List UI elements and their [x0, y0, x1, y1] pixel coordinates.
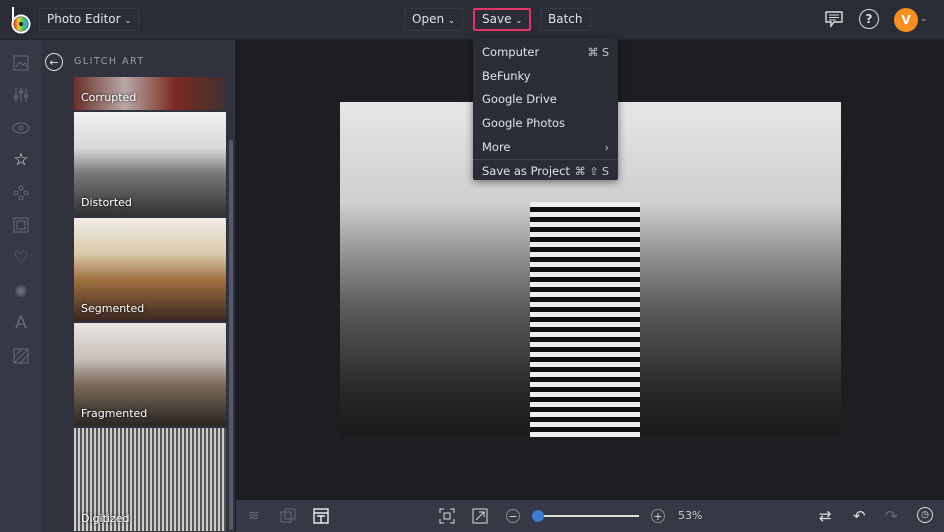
panel-title: GLITCH ART: [74, 56, 145, 67]
open-label: Open: [412, 12, 444, 26]
shortcut-label: ⌘ S: [588, 41, 609, 65]
redo-icon[interactable]: ↷: [885, 507, 898, 525]
tool-rail: ☆ ♡ ✺ A: [0, 40, 42, 532]
menu-item-label: More: [482, 140, 511, 154]
effect-label: Fragmented: [81, 407, 147, 420]
batch-label: Batch: [548, 12, 583, 26]
avatar[interactable]: V: [894, 8, 918, 32]
batch-button[interactable]: Batch: [540, 8, 591, 31]
zoom-out-button[interactable]: −: [506, 509, 520, 523]
zoom-slider[interactable]: [532, 515, 639, 517]
zoom-in-button[interactable]: +: [651, 509, 665, 523]
open-button[interactable]: Open ⌄: [404, 8, 463, 31]
save-computer-item[interactable]: Computer ⌘ S: [473, 41, 618, 65]
history-icon[interactable]: ◷: [917, 507, 933, 523]
effects-panel: ← GLITCH ART Corrupted Distorted Segment…: [42, 40, 235, 532]
effect-segmented[interactable]: Segmented: [74, 218, 226, 321]
effect-corrupted[interactable]: Corrupted: [74, 77, 226, 110]
chevron-down-icon[interactable]: ⌄: [920, 14, 928, 24]
effect-fragmented[interactable]: Fragmented: [74, 323, 226, 426]
image-icon[interactable]: [10, 52, 32, 74]
layout-icon[interactable]: [313, 508, 329, 524]
shortcut-label: ⌘ ⇧ S: [575, 160, 609, 184]
save-as-project-item[interactable]: Save as Project ⌘ ⇧ S: [473, 159, 618, 183]
heart-icon[interactable]: ♡: [10, 247, 32, 269]
panel-scrollbar[interactable]: [229, 140, 233, 530]
eye-icon[interactable]: [10, 117, 32, 139]
save-google-drive-item[interactable]: Google Drive: [473, 88, 618, 112]
chevron-down-icon: ⌄: [125, 16, 132, 25]
fit-screen-icon[interactable]: [439, 508, 455, 524]
save-label: Save: [482, 12, 511, 26]
star-icon[interactable]: ☆: [10, 149, 32, 171]
app-menu-label: Photo Editor: [47, 12, 121, 26]
back-arrow-icon[interactable]: ←: [45, 53, 63, 71]
effect-distorted[interactable]: Distorted: [74, 112, 226, 215]
chevron-down-icon: ⌄: [448, 16, 455, 25]
actual-size-icon[interactable]: [472, 508, 488, 524]
effect-label: Corrupted: [81, 91, 136, 104]
graphics-icon[interactable]: [10, 182, 32, 204]
texture-icon[interactable]: [10, 345, 32, 367]
menu-item-label: BeFunky: [482, 69, 531, 83]
save-befunky-item[interactable]: BeFunky: [473, 65, 618, 89]
effect-label: Digitized: [81, 512, 129, 525]
befunky-logo[interactable]: [10, 6, 32, 34]
chevron-down-icon: ⌄: [515, 16, 522, 25]
frame-icon[interactable]: [10, 214, 32, 236]
save-more-item[interactable]: More ›: [473, 136, 618, 160]
top-bar: Photo Editor ⌄ Open ⌄ Save ⌄ Batch ? V ⌄: [0, 0, 944, 40]
layers-icon[interactable]: ≋: [248, 508, 260, 524]
effect-digitized[interactable]: Digitized: [74, 428, 226, 531]
text-icon[interactable]: A: [10, 312, 32, 334]
zoom-slider-handle[interactable]: [532, 510, 544, 522]
save-button[interactable]: Save ⌄: [473, 8, 531, 31]
adjust-sliders-icon[interactable]: [10, 84, 32, 106]
help-icon[interactable]: ?: [859, 9, 879, 29]
save-dropdown-menu: Computer ⌘ S BeFunky Google Drive Google …: [473, 38, 618, 180]
effect-label: Segmented: [81, 302, 144, 315]
menu-item-label: Computer: [482, 45, 539, 59]
zoom-level: 53%: [678, 509, 702, 522]
menu-item-label: Google Drive: [482, 92, 557, 106]
badge-icon[interactable]: ✺: [10, 280, 32, 302]
photo-subject: [530, 202, 640, 437]
comment-icon[interactable]: [823, 9, 845, 29]
bottom-toolbar: ≋ − + 53% ⇄ ↶ ↷ ◷: [236, 500, 944, 532]
swap-icon[interactable]: ⇄: [819, 507, 832, 525]
compare-icon[interactable]: [280, 508, 296, 524]
undo-icon[interactable]: ↶: [853, 507, 866, 525]
save-google-photos-item[interactable]: Google Photos: [473, 112, 618, 136]
menu-item-label: Google Photos: [482, 116, 565, 130]
effect-label: Distorted: [81, 196, 132, 209]
app-menu-button[interactable]: Photo Editor ⌄: [39, 8, 139, 31]
menu-item-label: Save as Project: [482, 164, 570, 178]
chevron-right-icon: ›: [605, 136, 609, 160]
